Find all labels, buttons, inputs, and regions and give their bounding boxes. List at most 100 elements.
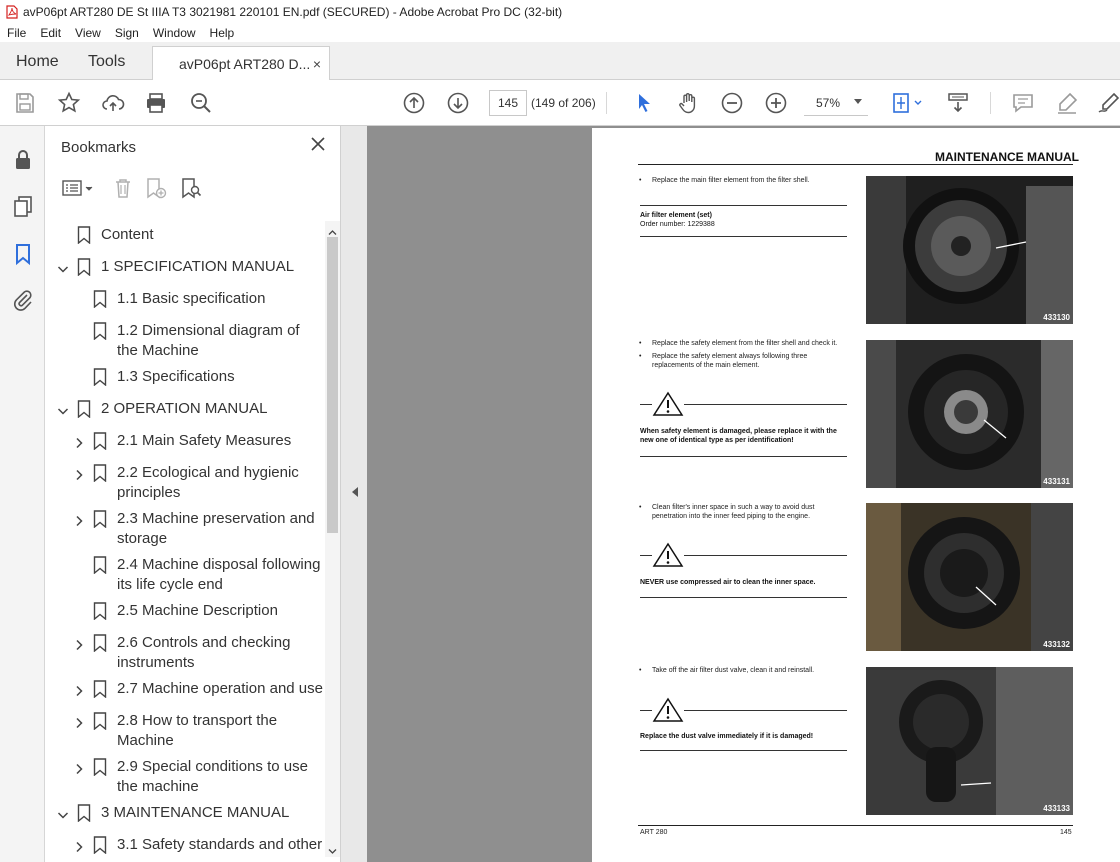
bookmark-icon xyxy=(93,836,107,855)
chevron-down-icon[interactable] xyxy=(57,261,69,273)
previous-page-icon[interactable] xyxy=(402,91,426,115)
bookmark-label: 1 SPECIFICATION MANUAL xyxy=(101,258,295,275)
scroll-mode-icon[interactable] xyxy=(946,91,970,115)
menu-sign[interactable]: Sign xyxy=(108,26,146,40)
bookmark-icon xyxy=(93,432,107,451)
bookmark-label: 2.5 Machine Description xyxy=(117,602,278,619)
section-rule xyxy=(640,750,847,751)
bookmark-icon xyxy=(93,368,107,387)
bookmark-icon xyxy=(93,290,107,309)
fit-page-icon[interactable] xyxy=(891,91,925,115)
zoom-out-icon[interactable] xyxy=(720,91,744,115)
select-cursor-icon[interactable] xyxy=(632,91,656,115)
instruction-bullet: Clean filter's inner space in such a way… xyxy=(639,503,850,521)
print-icon[interactable] xyxy=(144,91,168,115)
bookmark-icon xyxy=(93,322,107,341)
zoom-search-icon[interactable] xyxy=(189,91,213,115)
lock-icon[interactable] xyxy=(11,148,35,172)
attachment-paperclip-icon[interactable] xyxy=(11,288,35,312)
bookmark-icon xyxy=(77,226,91,245)
photo-id: 433132 xyxy=(1043,640,1070,649)
filter-photo: 433130 xyxy=(866,176,1073,324)
warning-text: When safety element is damaged, please r… xyxy=(640,428,837,444)
chevron-right-icon[interactable] xyxy=(73,467,85,481)
acrobat-pdf-icon xyxy=(6,4,18,19)
bookmark-label: 2.2 Ecological and hygienic principles xyxy=(117,464,299,501)
photo-id: 433133 xyxy=(1043,804,1070,813)
chevron-down-icon[interactable] xyxy=(57,807,69,819)
upload-cloud-icon[interactable] xyxy=(101,91,125,115)
zoom-level-select[interactable]: 57% xyxy=(804,90,868,116)
star-icon[interactable] xyxy=(57,91,81,115)
instruction-bullet: Replace the safety element from the filt… xyxy=(639,339,850,348)
chevron-right-icon[interactable] xyxy=(73,761,85,775)
zoom-in-icon[interactable] xyxy=(764,91,788,115)
menu-window[interactable]: Window xyxy=(146,26,203,40)
menu-bar: File Edit View Sign Window Help xyxy=(0,23,1120,42)
warning-text: Replace the dust valve immediately if it… xyxy=(640,733,814,740)
bookmark-label: 3.1 Safety standards and other xyxy=(117,836,323,853)
scroll-down-icon[interactable] xyxy=(328,843,337,854)
scroll-up-icon[interactable] xyxy=(328,224,337,235)
next-page-icon[interactable] xyxy=(446,91,470,115)
toolbar-divider xyxy=(990,92,991,114)
warning-text: NEVER use compressed air to clean the in… xyxy=(640,579,816,586)
save-icon[interactable] xyxy=(13,91,37,115)
pdf-page: MAINTENANCE MANUAL Replace the main filt… xyxy=(592,128,1120,862)
photo-id: 433131 xyxy=(1043,477,1070,486)
window-title: avP06pt ART280 DE St IIIA T3 3021981 220… xyxy=(23,4,563,19)
bookmark-label: 2.3 Machine preservation and storage xyxy=(117,510,315,547)
collapse-panel-icon[interactable] xyxy=(352,487,358,497)
chevron-right-icon[interactable] xyxy=(73,513,85,527)
section-rule xyxy=(640,205,847,206)
page-count-label: (149 of 206) xyxy=(531,96,596,110)
chevron-right-icon[interactable] xyxy=(73,637,85,651)
comment-icon[interactable] xyxy=(1011,91,1035,115)
chevron-right-icon[interactable] xyxy=(73,715,85,729)
bookmark-label: 1.2 Dimensional diagram of the Machine xyxy=(117,322,300,359)
menu-view[interactable]: View xyxy=(68,26,108,40)
footer-rule xyxy=(638,825,1073,826)
part-order-number: Order number: 1229388 xyxy=(640,221,715,228)
bookmark-panel-icon[interactable] xyxy=(11,242,35,266)
main-toolbar: 145 (149 of 206) 57% xyxy=(0,80,1120,126)
section-rule xyxy=(640,597,847,598)
pages-thumbnails-icon[interactable] xyxy=(11,194,35,218)
bookmark-label: 2.6 Controls and checking instruments xyxy=(117,634,291,671)
bookmark-icon xyxy=(93,602,107,621)
new-bookmark-icon[interactable] xyxy=(145,177,167,199)
bookmark-options-icon[interactable] xyxy=(61,177,95,199)
chevron-down-icon[interactable] xyxy=(57,403,69,415)
tab-document-label: avP06pt ART280 D... xyxy=(179,56,311,72)
chevron-right-icon[interactable] xyxy=(73,435,85,449)
section-rule xyxy=(640,236,847,237)
highlight-pen-icon[interactable] xyxy=(1055,91,1079,115)
instruction-bullet: Replace the main filter element from the… xyxy=(639,176,850,185)
menu-edit[interactable]: Edit xyxy=(33,26,68,40)
hand-tool-icon[interactable] xyxy=(676,91,700,115)
bookmarks-scroll-thumb[interactable] xyxy=(327,237,338,533)
bookmark-label: 2.7 Machine operation and use xyxy=(117,680,323,697)
bookmark-icon xyxy=(93,680,107,699)
find-bookmark-icon[interactable] xyxy=(180,177,202,199)
draw-sign-icon[interactable] xyxy=(1097,91,1120,115)
bookmark-label: 2.4 Machine disposal following its life … xyxy=(117,556,321,593)
menu-help[interactable]: Help xyxy=(203,26,242,40)
close-icon[interactable] xyxy=(310,136,326,152)
tab-close-button[interactable]: × xyxy=(313,56,321,72)
warning-triangle-icon xyxy=(652,697,684,723)
part-title: Air filter element (set) xyxy=(640,212,712,219)
tab-home[interactable]: Home xyxy=(16,53,59,71)
navigation-rail xyxy=(0,126,45,862)
delete-bookmark-icon[interactable] xyxy=(112,177,134,199)
footer-model: ART 280 xyxy=(640,829,668,836)
bookmark-icon xyxy=(93,556,107,575)
tab-document[interactable]: avP06pt ART280 D... × xyxy=(152,46,330,81)
chevron-right-icon[interactable] xyxy=(73,683,85,697)
menu-file[interactable]: File xyxy=(0,26,33,40)
page-number-input[interactable]: 145 xyxy=(489,90,527,116)
chevron-right-icon[interactable] xyxy=(73,839,85,853)
bookmark-tree: Content 1 SPECIFICATION MANUAL 1.1 Basic… xyxy=(45,218,325,862)
instruction-bullet: Take off the air filter dust valve, clea… xyxy=(639,666,850,675)
tab-tools[interactable]: Tools xyxy=(88,53,125,71)
